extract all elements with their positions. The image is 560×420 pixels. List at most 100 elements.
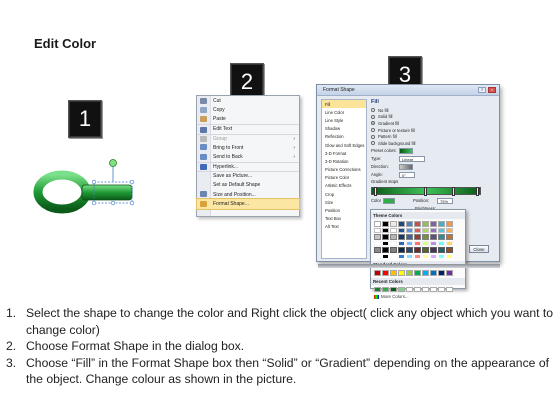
color-swatch[interactable] bbox=[382, 286, 389, 292]
color-swatch[interactable] bbox=[430, 234, 437, 240]
close-icon[interactable]: × bbox=[488, 87, 496, 93]
color-swatch[interactable] bbox=[414, 234, 421, 240]
color-swatch[interactable] bbox=[430, 240, 437, 246]
radio-button[interactable] bbox=[371, 128, 375, 133]
menu-item-save-as-picture[interactable]: Save as Picture... bbox=[197, 171, 299, 180]
color-swatch[interactable] bbox=[398, 286, 405, 292]
preset-colors-dropdown[interactable] bbox=[399, 147, 413, 154]
color-swatch[interactable] bbox=[422, 286, 429, 292]
color-swatch[interactable] bbox=[414, 247, 421, 253]
gradient-stop[interactable] bbox=[476, 186, 479, 196]
category-3-d-rotation[interactable]: 3-D Rotation bbox=[322, 157, 366, 165]
color-swatch[interactable] bbox=[406, 253, 413, 259]
color-swatch[interactable] bbox=[390, 286, 397, 292]
color-swatch[interactable] bbox=[374, 253, 381, 259]
angle-input[interactable]: 0° bbox=[399, 171, 415, 178]
color-swatch[interactable] bbox=[446, 286, 453, 292]
radio-button[interactable] bbox=[371, 114, 375, 119]
color-swatch[interactable] bbox=[382, 270, 389, 276]
color-swatch[interactable] bbox=[398, 253, 405, 259]
color-swatch[interactable] bbox=[422, 270, 429, 276]
color-swatch[interactable] bbox=[446, 247, 453, 253]
category-picture-corrections[interactable]: Picture Corrections bbox=[322, 166, 366, 174]
type-dropdown[interactable]: Linear bbox=[399, 155, 425, 162]
color-swatch[interactable] bbox=[422, 240, 429, 246]
category-size[interactable]: Size bbox=[322, 198, 366, 206]
color-swatch[interactable] bbox=[438, 240, 445, 246]
color-swatch[interactable] bbox=[446, 227, 453, 233]
color-swatch[interactable] bbox=[382, 240, 389, 246]
color-swatch[interactable] bbox=[446, 253, 453, 259]
color-swatch[interactable] bbox=[390, 221, 397, 227]
gradient-stop[interactable] bbox=[374, 186, 377, 196]
color-swatch[interactable] bbox=[422, 253, 429, 259]
color-swatch[interactable] bbox=[398, 221, 405, 227]
fill-option-row[interactable]: Gradient fill bbox=[371, 120, 497, 127]
menu-item-send-to-back[interactable]: Send to Back › bbox=[197, 152, 299, 161]
color-swatch[interactable] bbox=[422, 221, 429, 227]
color-swatch[interactable] bbox=[406, 234, 413, 240]
color-swatch[interactable] bbox=[438, 221, 445, 227]
menu-item-size-and-position[interactable]: Size and Position... bbox=[197, 190, 299, 199]
gradient-bar[interactable] bbox=[371, 186, 481, 196]
gradient-stop[interactable] bbox=[452, 186, 455, 196]
category-picture-color[interactable]: Picture Color bbox=[322, 174, 366, 182]
color-swatch[interactable] bbox=[422, 234, 429, 240]
color-swatch[interactable] bbox=[382, 253, 389, 259]
color-swatch[interactable] bbox=[374, 234, 381, 240]
radio-button[interactable] bbox=[371, 121, 375, 126]
color-swatch[interactable] bbox=[374, 286, 381, 292]
category-crop[interactable]: Crop bbox=[322, 190, 366, 198]
color-swatch[interactable] bbox=[438, 234, 445, 240]
fill-option-row[interactable]: Solid fill bbox=[371, 114, 497, 121]
color-swatch[interactable] bbox=[446, 240, 453, 246]
resize-handle[interactable] bbox=[91, 179, 97, 185]
color-swatch[interactable] bbox=[438, 247, 445, 253]
color-picker-button[interactable] bbox=[383, 197, 395, 204]
color-swatch[interactable] bbox=[438, 270, 445, 276]
resize-handle[interactable] bbox=[91, 200, 97, 206]
color-swatch[interactable] bbox=[446, 234, 453, 240]
color-swatch[interactable] bbox=[414, 286, 421, 292]
color-swatch[interactable] bbox=[414, 227, 421, 233]
radio-button[interactable] bbox=[371, 141, 375, 146]
color-swatch[interactable] bbox=[382, 234, 389, 240]
color-swatch[interactable] bbox=[406, 247, 413, 253]
close-button[interactable]: Close bbox=[469, 245, 489, 253]
color-swatch[interactable] bbox=[414, 221, 421, 227]
resize-handle[interactable] bbox=[129, 179, 135, 185]
menu-item-bring-to-front[interactable]: Bring to Front › bbox=[197, 143, 299, 152]
color-swatch[interactable] bbox=[398, 240, 405, 246]
color-swatch[interactable] bbox=[390, 234, 397, 240]
category-shadow[interactable]: Shadow bbox=[322, 125, 366, 133]
resize-handle[interactable] bbox=[110, 200, 116, 206]
color-swatch[interactable] bbox=[422, 227, 429, 233]
color-swatch[interactable] bbox=[446, 221, 453, 227]
menu-item-edit-text[interactable]: Edit Text bbox=[197, 124, 299, 133]
color-swatch[interactable] bbox=[422, 247, 429, 253]
fill-option-row[interactable]: Pattern fill bbox=[371, 133, 497, 140]
category-line-style[interactable]: Line Style bbox=[322, 116, 366, 124]
menu-item-format-shape[interactable]: Format Shape... bbox=[196, 198, 300, 210]
color-swatch[interactable] bbox=[374, 240, 381, 246]
color-swatch[interactable] bbox=[438, 253, 445, 259]
color-swatch[interactable] bbox=[390, 227, 397, 233]
color-swatch[interactable] bbox=[438, 286, 445, 292]
category-alt-text[interactable]: Alt Text bbox=[322, 223, 366, 231]
color-swatch[interactable] bbox=[390, 270, 397, 276]
category-glow-and-soft-edges[interactable]: Glow and Soft Edges bbox=[322, 141, 366, 149]
color-swatch[interactable] bbox=[374, 227, 381, 233]
color-swatch[interactable] bbox=[414, 270, 421, 276]
color-swatch[interactable] bbox=[398, 227, 405, 233]
category-artistic-effects[interactable]: Artistic Effects bbox=[322, 182, 366, 190]
color-swatch[interactable] bbox=[390, 247, 397, 253]
fill-option-row[interactable]: No fill bbox=[371, 107, 497, 114]
menu-item-copy[interactable]: Copy bbox=[197, 105, 299, 114]
color-swatch[interactable] bbox=[382, 247, 389, 253]
color-swatch[interactable] bbox=[406, 240, 413, 246]
color-swatch[interactable] bbox=[414, 253, 421, 259]
color-swatch[interactable] bbox=[406, 221, 413, 227]
color-swatch[interactable] bbox=[414, 240, 421, 246]
menu-item-cut[interactable]: Cut bbox=[197, 96, 299, 105]
color-swatch[interactable] bbox=[446, 270, 453, 276]
